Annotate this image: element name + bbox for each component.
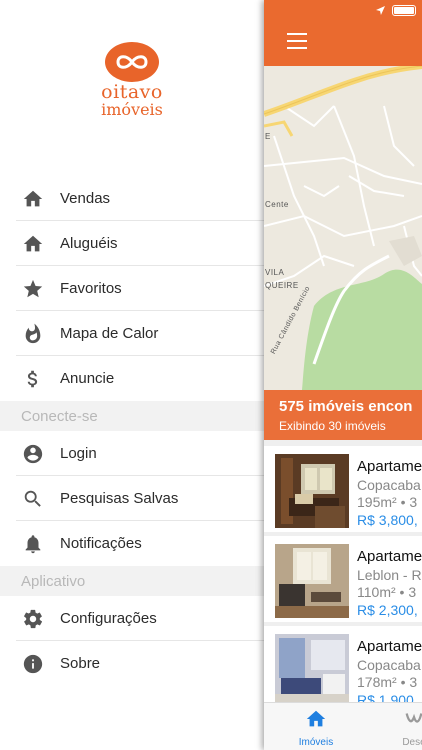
section-header-app: Aplicativo xyxy=(0,566,264,596)
map-view[interactable]: E Cente VILA QUEIRE Rua Cândido Benício xyxy=(264,66,422,390)
home-icon xyxy=(21,187,45,211)
menu-item-mapa-de-calor[interactable]: Mapa de Calor xyxy=(0,311,264,356)
listing-price: R$ 2,300, xyxy=(357,602,418,618)
menu-item-favoritos[interactable]: Favoritos xyxy=(0,266,264,311)
tab-label: Dese xyxy=(402,737,422,748)
results-showing: Exibindo 30 imóveis xyxy=(279,419,386,433)
listing-list[interactable]: Apartame Copacaba 195m² • 3 R$ 3,800, Ap… xyxy=(264,440,422,702)
menu-item-label: Notificações xyxy=(60,535,142,552)
listing-price: R$ 1,900, xyxy=(357,692,418,702)
account-icon xyxy=(21,442,45,466)
listing-info: Apartame Copacaba 195m² • 3 R$ 3,800, xyxy=(357,458,422,529)
tab-imoveis[interactable]: Imóveis xyxy=(288,703,344,750)
drawer-menu: Vendas Aluguéis Favoritos Mapa de Calor … xyxy=(0,176,264,686)
map-label: E xyxy=(265,132,271,141)
menu-item-label: Login xyxy=(60,445,97,462)
brand-name-line1: oitavo xyxy=(101,81,163,103)
section-header-connect: Conecte-se xyxy=(0,401,264,431)
menu-item-label: Anuncie xyxy=(60,370,115,387)
bell-icon xyxy=(21,532,45,556)
results-summary-bar: 575 imóveis encon Exibindo 30 imóveis xyxy=(264,390,422,440)
listing-location: Copacaba xyxy=(357,477,421,493)
listing-title: Apartame xyxy=(357,548,422,565)
home-icon xyxy=(306,710,326,727)
listing-location: Leblon - R xyxy=(357,567,422,583)
hamburger-menu-button[interactable] xyxy=(287,33,307,49)
menu-item-vendas[interactable]: Vendas xyxy=(0,176,264,221)
map-label: QUEIRE xyxy=(265,281,299,290)
listing-photo xyxy=(275,634,349,702)
main-screen: E Cente VILA QUEIRE Rua Cândido Benício … xyxy=(264,0,422,750)
menu-item-label: Configurações xyxy=(60,610,157,627)
listing-specs: 195m² • 3 xyxy=(357,494,418,510)
menu-item-anuncie[interactable]: Anuncie xyxy=(0,356,264,401)
wishlist-icon xyxy=(405,713,422,723)
listing-specs: 110m² • 3 xyxy=(357,584,417,600)
menu-item-label: Pesquisas Salvas xyxy=(60,490,179,507)
listing-location: Copacaba xyxy=(357,657,421,673)
menu-item-label: Sobre xyxy=(60,655,101,672)
menu-item-label: Favoritos xyxy=(60,280,122,297)
menu-item-alugueis[interactable]: Aluguéis xyxy=(0,221,264,266)
battery-icon xyxy=(392,5,416,16)
listing-photo xyxy=(275,454,349,528)
status-bar xyxy=(376,5,416,16)
listing-specs: 178m² • 3 xyxy=(357,674,418,690)
results-count: 575 imóveis encon xyxy=(279,398,413,415)
menu-item-sobre[interactable]: Sobre xyxy=(0,641,264,686)
listing-info: Apartame Copacaba 178m² • 3 R$ 1,900, xyxy=(357,638,422,702)
info-icon xyxy=(21,652,45,676)
listing-area: 178m² xyxy=(357,674,397,690)
logo-infinity-icon xyxy=(105,42,159,82)
listing-area: 110m² xyxy=(357,584,396,600)
map-label: VILA xyxy=(265,268,285,277)
location-arrow-icon xyxy=(376,6,385,15)
listing-photo xyxy=(275,544,349,618)
brand-logo: oitavo imóveis xyxy=(0,40,264,118)
tab-bar: Imóveis Dese xyxy=(264,702,422,750)
home-icon xyxy=(21,232,45,256)
tab-desejos[interactable]: Dese xyxy=(394,703,422,750)
menu-item-login[interactable]: Login xyxy=(0,431,264,476)
nav-bar xyxy=(264,0,422,66)
brand-name-line2: imóveis xyxy=(101,100,163,119)
listing-price: R$ 3,800, xyxy=(357,512,418,528)
search-icon xyxy=(21,487,45,511)
listing-title: Apartame xyxy=(357,458,422,475)
gear-icon xyxy=(21,607,45,631)
menu-item-pesquisas-salvas[interactable]: Pesquisas Salvas xyxy=(0,476,264,521)
listing-card[interactable]: Apartame Copacaba 195m² • 3 R$ 3,800, xyxy=(264,446,422,532)
listing-area: 195m² xyxy=(357,494,397,510)
menu-item-label: Mapa de Calor xyxy=(60,325,159,342)
listing-title: Apartame xyxy=(357,638,422,655)
side-drawer: oitavo imóveis Vendas Aluguéis Favoritos xyxy=(0,0,264,750)
flame-icon xyxy=(21,322,45,346)
menu-item-label: Aluguéis xyxy=(60,235,118,252)
star-icon xyxy=(21,277,45,301)
listing-beds: 3 xyxy=(409,494,418,510)
tab-label: Imóveis xyxy=(298,737,334,748)
listing-card[interactable]: Apartame Leblon - R 110m² • 3 R$ 2,300, xyxy=(264,536,422,622)
listing-beds: 3 xyxy=(409,674,418,690)
map-label: Cente xyxy=(265,200,289,209)
menu-item-notificacoes[interactable]: Notificações xyxy=(0,521,264,566)
menu-item-label: Vendas xyxy=(60,190,111,207)
menu-item-configuracoes[interactable]: Configurações xyxy=(0,596,264,641)
dollar-icon xyxy=(21,367,45,391)
listing-info: Apartame Leblon - R 110m² • 3 R$ 2,300, xyxy=(357,548,422,619)
listing-card[interactable]: Apartame Copacaba 178m² • 3 R$ 1,900, xyxy=(264,626,422,702)
map-canvas xyxy=(264,66,422,390)
listing-beds: 3 xyxy=(408,584,417,600)
